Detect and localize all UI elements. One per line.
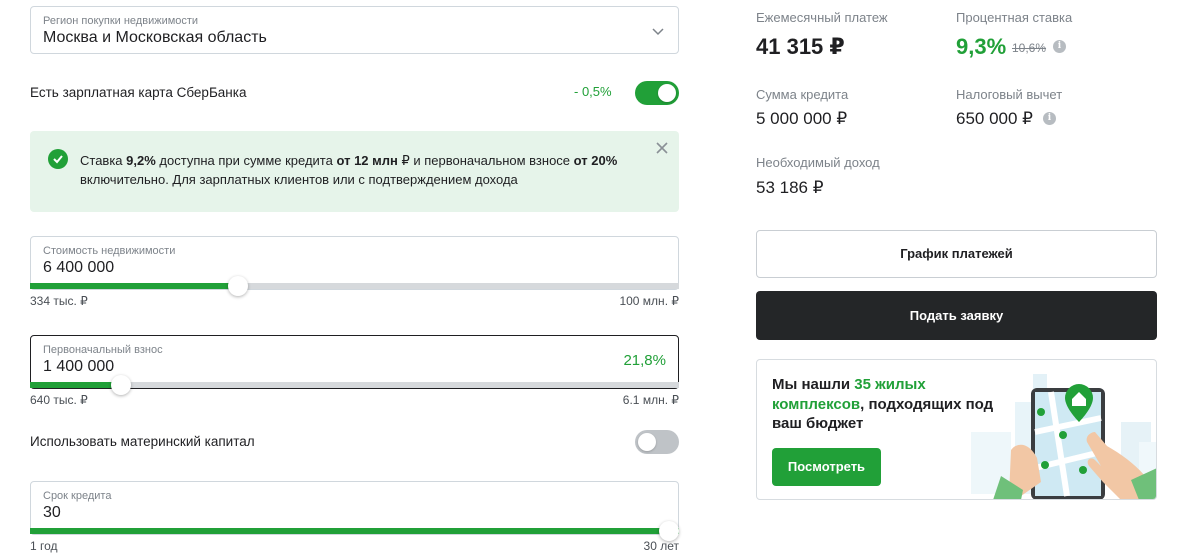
notice-text: Ставка 9,2% доступна при сумме кредита о… (80, 153, 618, 187)
toggle-knob (638, 433, 656, 451)
down-payment-percent: 21,8% (623, 352, 666, 369)
loan-amount-value: 5 000 000 ₽ (756, 109, 848, 128)
old-rate-value: 10,6% (1012, 41, 1047, 55)
term-max: 30 лет (643, 539, 679, 553)
info-icon[interactable]: i (1053, 40, 1066, 53)
salary-card-label: Есть зарплатная карта СберБанка (30, 85, 247, 100)
payment-schedule-button[interactable]: График платежей (756, 230, 1157, 278)
term-slider[interactable] (30, 521, 679, 541)
slider-fill (30, 283, 238, 289)
property-cost-value: 6 400 000 (43, 259, 115, 276)
maternal-capital-toggle[interactable] (635, 430, 679, 454)
down-payment-slider[interactable] (30, 375, 679, 395)
close-icon[interactable] (655, 141, 669, 155)
slider-thumb[interactable] (228, 276, 248, 296)
region-value: Москва и Московская область (43, 29, 267, 46)
loan-amount-label: Сумма кредита (756, 87, 849, 102)
required-income-value: 53 186 ₽ (756, 178, 824, 197)
slider-fill (30, 528, 679, 534)
required-income-label: Необходимый доход (756, 155, 880, 170)
property-cost-label: Стоимость недвижимости (43, 245, 176, 257)
chevron-down-icon (652, 28, 664, 36)
down-payment-label: Первоначальный взнос (43, 344, 163, 356)
property-cost-min: 334 тыс. ₽ (30, 294, 88, 308)
slider-fill (30, 382, 121, 388)
apply-button[interactable]: Подать заявку (756, 291, 1157, 340)
slider-thumb[interactable] (111, 375, 131, 395)
region-select[interactable]: Регион покупки недвижимости Москва и Мос… (30, 6, 679, 54)
property-cost-field[interactable]: Стоимость недвижимости 6 400 000 (30, 236, 679, 290)
term-field[interactable]: Срок кредита 30 (30, 481, 679, 535)
promo-text: Мы нашли 35 жилых комплексов, подходящих… (772, 376, 994, 432)
map-phone-illustration-icon (971, 374, 1156, 499)
term-value: 30 (43, 504, 61, 521)
down-payment-value: 1 400 000 (43, 358, 115, 375)
salary-card-toggle[interactable] (635, 81, 679, 105)
interest-rate-value: 9,3% (956, 34, 1007, 59)
toggle-knob (658, 84, 676, 102)
salary-discount: - 0,5% (574, 84, 612, 99)
down-payment-min: 640 тыс. ₽ (30, 393, 88, 407)
maternal-capital-label: Использовать материнский капитал (30, 434, 255, 449)
rate-notice: Ставка 9,2% доступна при сумме кредита о… (30, 131, 679, 212)
down-payment-max: 6.1 млн. ₽ (622, 393, 679, 407)
tax-deduction-label: Налоговый вычет (956, 87, 1063, 102)
info-icon[interactable]: i (1043, 112, 1056, 125)
property-cost-slider[interactable] (30, 276, 679, 296)
term-label: Срок кредита (43, 490, 112, 502)
monthly-payment-value: 41 315 ₽ (756, 34, 845, 59)
promo-card: Мы нашли 35 жилых комплексов, подходящих… (756, 359, 1157, 500)
property-cost-max: 100 млн. ₽ (619, 294, 679, 308)
slider-thumb[interactable] (659, 521, 679, 541)
check-circle-icon (48, 149, 68, 169)
interest-rate-label: Процентная ставка (956, 10, 1073, 25)
region-label: Регион покупки недвижимости (43, 15, 199, 27)
tax-deduction-value: 650 000 ₽ (956, 109, 1033, 128)
view-complexes-button[interactable]: Посмотреть (772, 448, 881, 486)
term-min: 1 год (30, 539, 58, 553)
monthly-payment-label: Ежемесячный платеж (756, 10, 888, 25)
